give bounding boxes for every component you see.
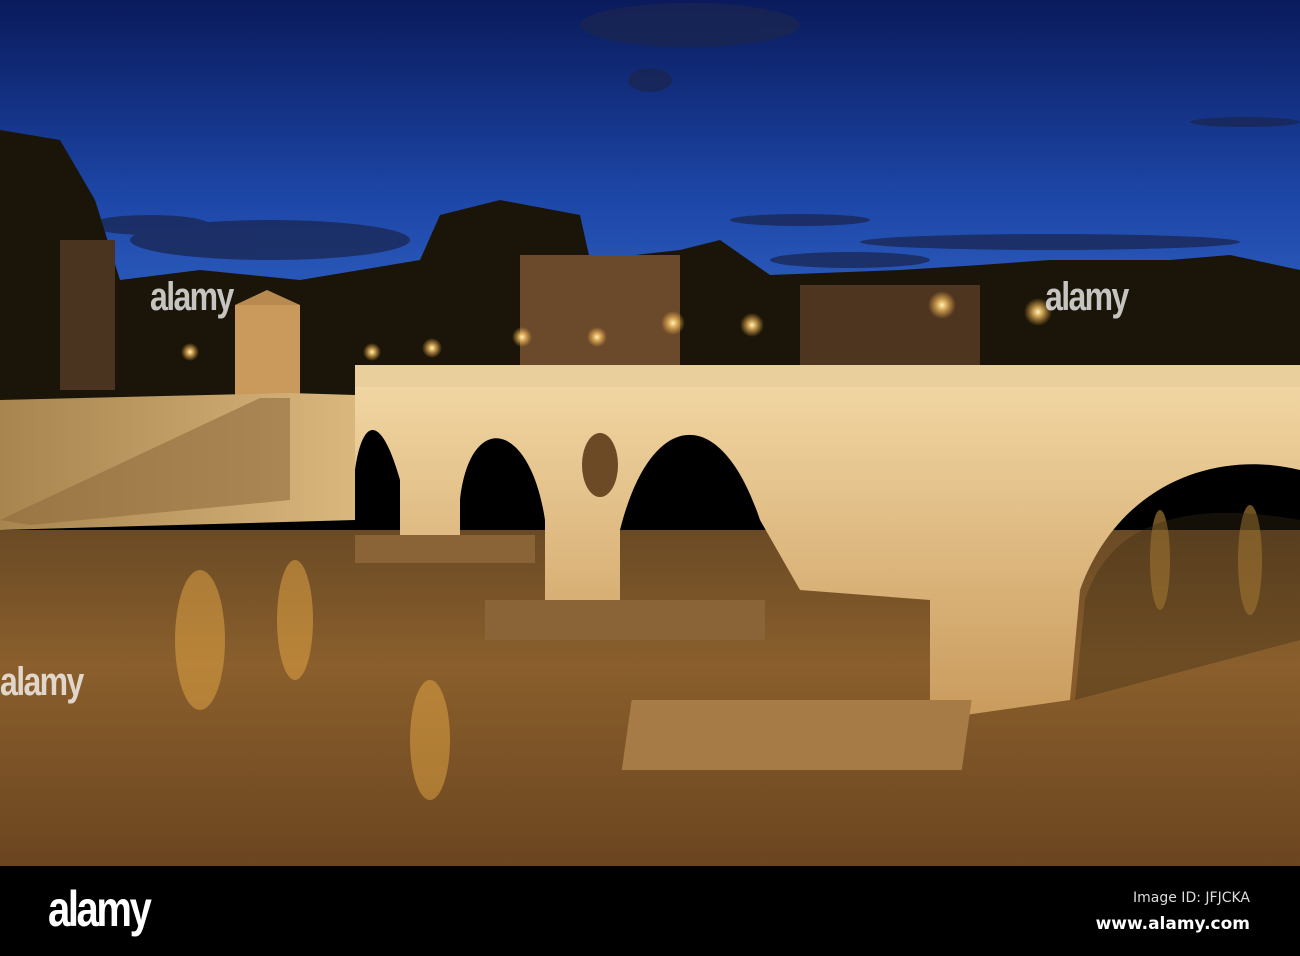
stock-photo: alamy alamy alamy alamy Image ID: JFJCKA…	[0, 0, 1300, 956]
photo-tiber-bridge-at-dusk	[0, 0, 1300, 866]
watermark-logo-top: alamy	[150, 275, 234, 319]
alamy-logo: alamy	[48, 881, 152, 937]
watermark-logo-right: alamy	[1045, 275, 1129, 319]
watermark-footer: alamy Image ID: JFJCKA www.alamy.com	[0, 866, 1300, 956]
image-id: Image ID: JFJCKA	[1133, 890, 1250, 906]
watermark-logo-left: alamy	[0, 660, 84, 704]
website-link: www.alamy.com	[1095, 914, 1250, 934]
